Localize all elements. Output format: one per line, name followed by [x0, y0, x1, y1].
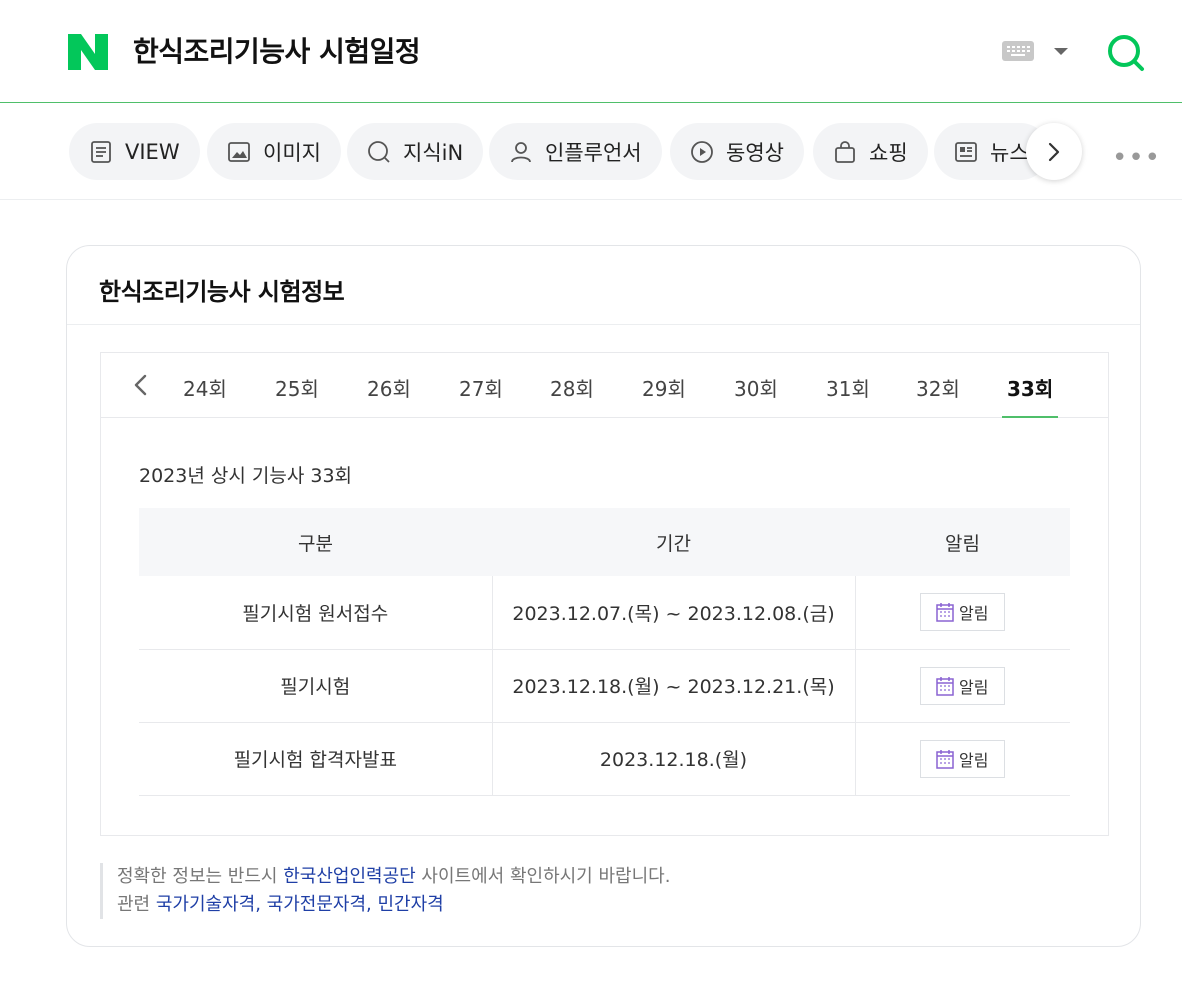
tab-label: 지식iN [403, 140, 464, 165]
tab-video[interactable]: 동영상 [670, 123, 804, 180]
active-tab-indicator [1002, 416, 1058, 418]
column-header: 구분 [139, 508, 492, 576]
separator: , [255, 894, 267, 915]
tab-influencer[interactable]: 인플루언서 [489, 123, 662, 180]
table-row: 필기시험 합격자발표 2023.12.18.(월) 알림 [139, 722, 1070, 796]
notice-line: 정확한 정보는 반드시 한국산업인력공단 사이트에서 확인하시기 바랍니다. [117, 863, 670, 891]
related-link-national-professional[interactable]: 국가전문자격 [267, 894, 366, 915]
search-header: 한식조리기능사 시험일정 [0, 0, 1182, 103]
alert-cell: 알림 [854, 576, 1070, 650]
round-tabs: 24회 25회 26회 27회 28회 29회 30회 31회 32회 33회 [101, 353, 1108, 418]
related-line: 관련 국가기술자격, 국가전문자격, 민간자격 [117, 891, 670, 919]
tab-label: 인플루언서 [545, 140, 642, 165]
chevron-down-icon[interactable] [1054, 48, 1068, 55]
search-tabs: VIEW 이미지 지식iN 인플루언서 동영상 쇼핑 뉴스 ••• [0, 103, 1182, 200]
chevron-left-icon[interactable] [131, 373, 151, 397]
calendar-icon [936, 603, 954, 622]
category-cell: 필기시험 [139, 649, 492, 723]
period-cell: 2023.12.18.(월) ~ 2023.12.21.(목) [491, 649, 855, 723]
exam-info-card: 한식조리기능사 시험정보 24회 25회 26회 27회 28회 29회 30회… [66, 245, 1141, 947]
divider [67, 324, 1140, 325]
alert-button[interactable]: 알림 [920, 739, 1006, 778]
news-icon [955, 141, 977, 162]
tab-image[interactable]: 이미지 [207, 123, 341, 180]
tab-view[interactable]: VIEW [69, 123, 200, 180]
person-icon [511, 141, 531, 162]
alert-label: 알림 [959, 604, 989, 624]
round-tab[interactable]: 29회 [642, 373, 686, 402]
category-cell: 필기시험 합격자발표 [139, 722, 492, 796]
alert-button[interactable]: 알림 [920, 593, 1006, 632]
view-icon [91, 140, 111, 163]
alert-button[interactable]: 알림 [920, 666, 1006, 705]
column-header: 기간 [492, 508, 855, 576]
round-tab[interactable]: 30회 [734, 373, 778, 402]
card-title: 한식조리기능사 시험정보 [99, 278, 345, 306]
period-cell: 2023.12.07.(목) ~ 2023.12.08.(금) [491, 576, 855, 650]
search-query[interactable]: 한식조리기능사 시험일정 [133, 30, 421, 70]
tab-label: 뉴스 [990, 140, 1029, 165]
related-link-national-technical[interactable]: 국가기술자격 [156, 894, 255, 915]
round-tab[interactable]: 31회 [826, 373, 870, 402]
table-row: 필기시험 2023.12.18.(월) ~ 2023.12.21.(목) 알림 [139, 649, 1070, 723]
separator: , [366, 894, 378, 915]
related-link-private[interactable]: 민간자격 [377, 894, 443, 915]
alert-label: 알림 [959, 750, 989, 770]
round-tab[interactable]: 26회 [367, 373, 411, 402]
round-tab[interactable]: 27회 [459, 373, 503, 402]
tab-label: 이미지 [263, 140, 321, 165]
round-tab-active[interactable]: 33회 [1007, 373, 1053, 402]
naver-logo[interactable] [68, 34, 108, 70]
period-cell: 2023.12.18.(월) [491, 722, 855, 796]
more-icon[interactable]: ••• [1112, 143, 1161, 173]
alert-label: 알림 [959, 677, 989, 697]
tab-label: VIEW [125, 139, 180, 164]
kin-icon [368, 140, 390, 163]
calendar-icon [936, 676, 954, 696]
tab-label: 쇼핑 [869, 140, 908, 165]
tabs-next-button[interactable] [1026, 123, 1082, 180]
notice: 정확한 정보는 반드시 한국산업인력공단 사이트에서 확인하시기 바랍니다. 관… [100, 863, 670, 919]
round-tab[interactable]: 24회 [183, 373, 227, 402]
column-header: 알림 [855, 508, 1070, 576]
category-cell: 필기시험 원서접수 [139, 576, 492, 650]
alert-cell: 알림 [854, 649, 1070, 723]
hrdk-link[interactable]: 한국산업인력공단 [283, 866, 415, 887]
image-icon [228, 141, 250, 162]
notice-text: 사이트에서 확인하시기 바랍니다. [415, 866, 671, 887]
exam-title: 2023년 상시 기능사 33회 [139, 465, 353, 487]
round-tab[interactable]: 32회 [916, 373, 960, 402]
play-icon [691, 140, 713, 163]
notice-text: 정확한 정보는 반드시 [117, 866, 284, 887]
calendar-icon [936, 749, 954, 769]
tab-kin[interactable]: 지식iN [347, 123, 484, 180]
table-row: 필기시험 원서접수 2023.12.07.(목) ~ 2023.12.08.(금… [139, 576, 1070, 650]
related-label: 관련 [117, 894, 156, 915]
alert-cell: 알림 [854, 722, 1070, 796]
tab-shopping[interactable]: 쇼핑 [813, 123, 928, 180]
schedule-panel: 24회 25회 26회 27회 28회 29회 30회 31회 32회 33회 … [100, 352, 1109, 836]
search-icon[interactable] [1106, 33, 1146, 73]
chevron-right-icon [1048, 142, 1060, 161]
round-tab[interactable]: 25회 [275, 373, 319, 402]
schedule-table: 구분 기간 알림 필기시험 원서접수 2023.12.07.(목) ~ 2023… [139, 508, 1070, 796]
bag-icon [835, 140, 855, 163]
round-tab[interactable]: 28회 [550, 373, 594, 402]
keyboard-icon[interactable] [1002, 41, 1034, 61]
tab-label: 동영상 [726, 140, 784, 165]
